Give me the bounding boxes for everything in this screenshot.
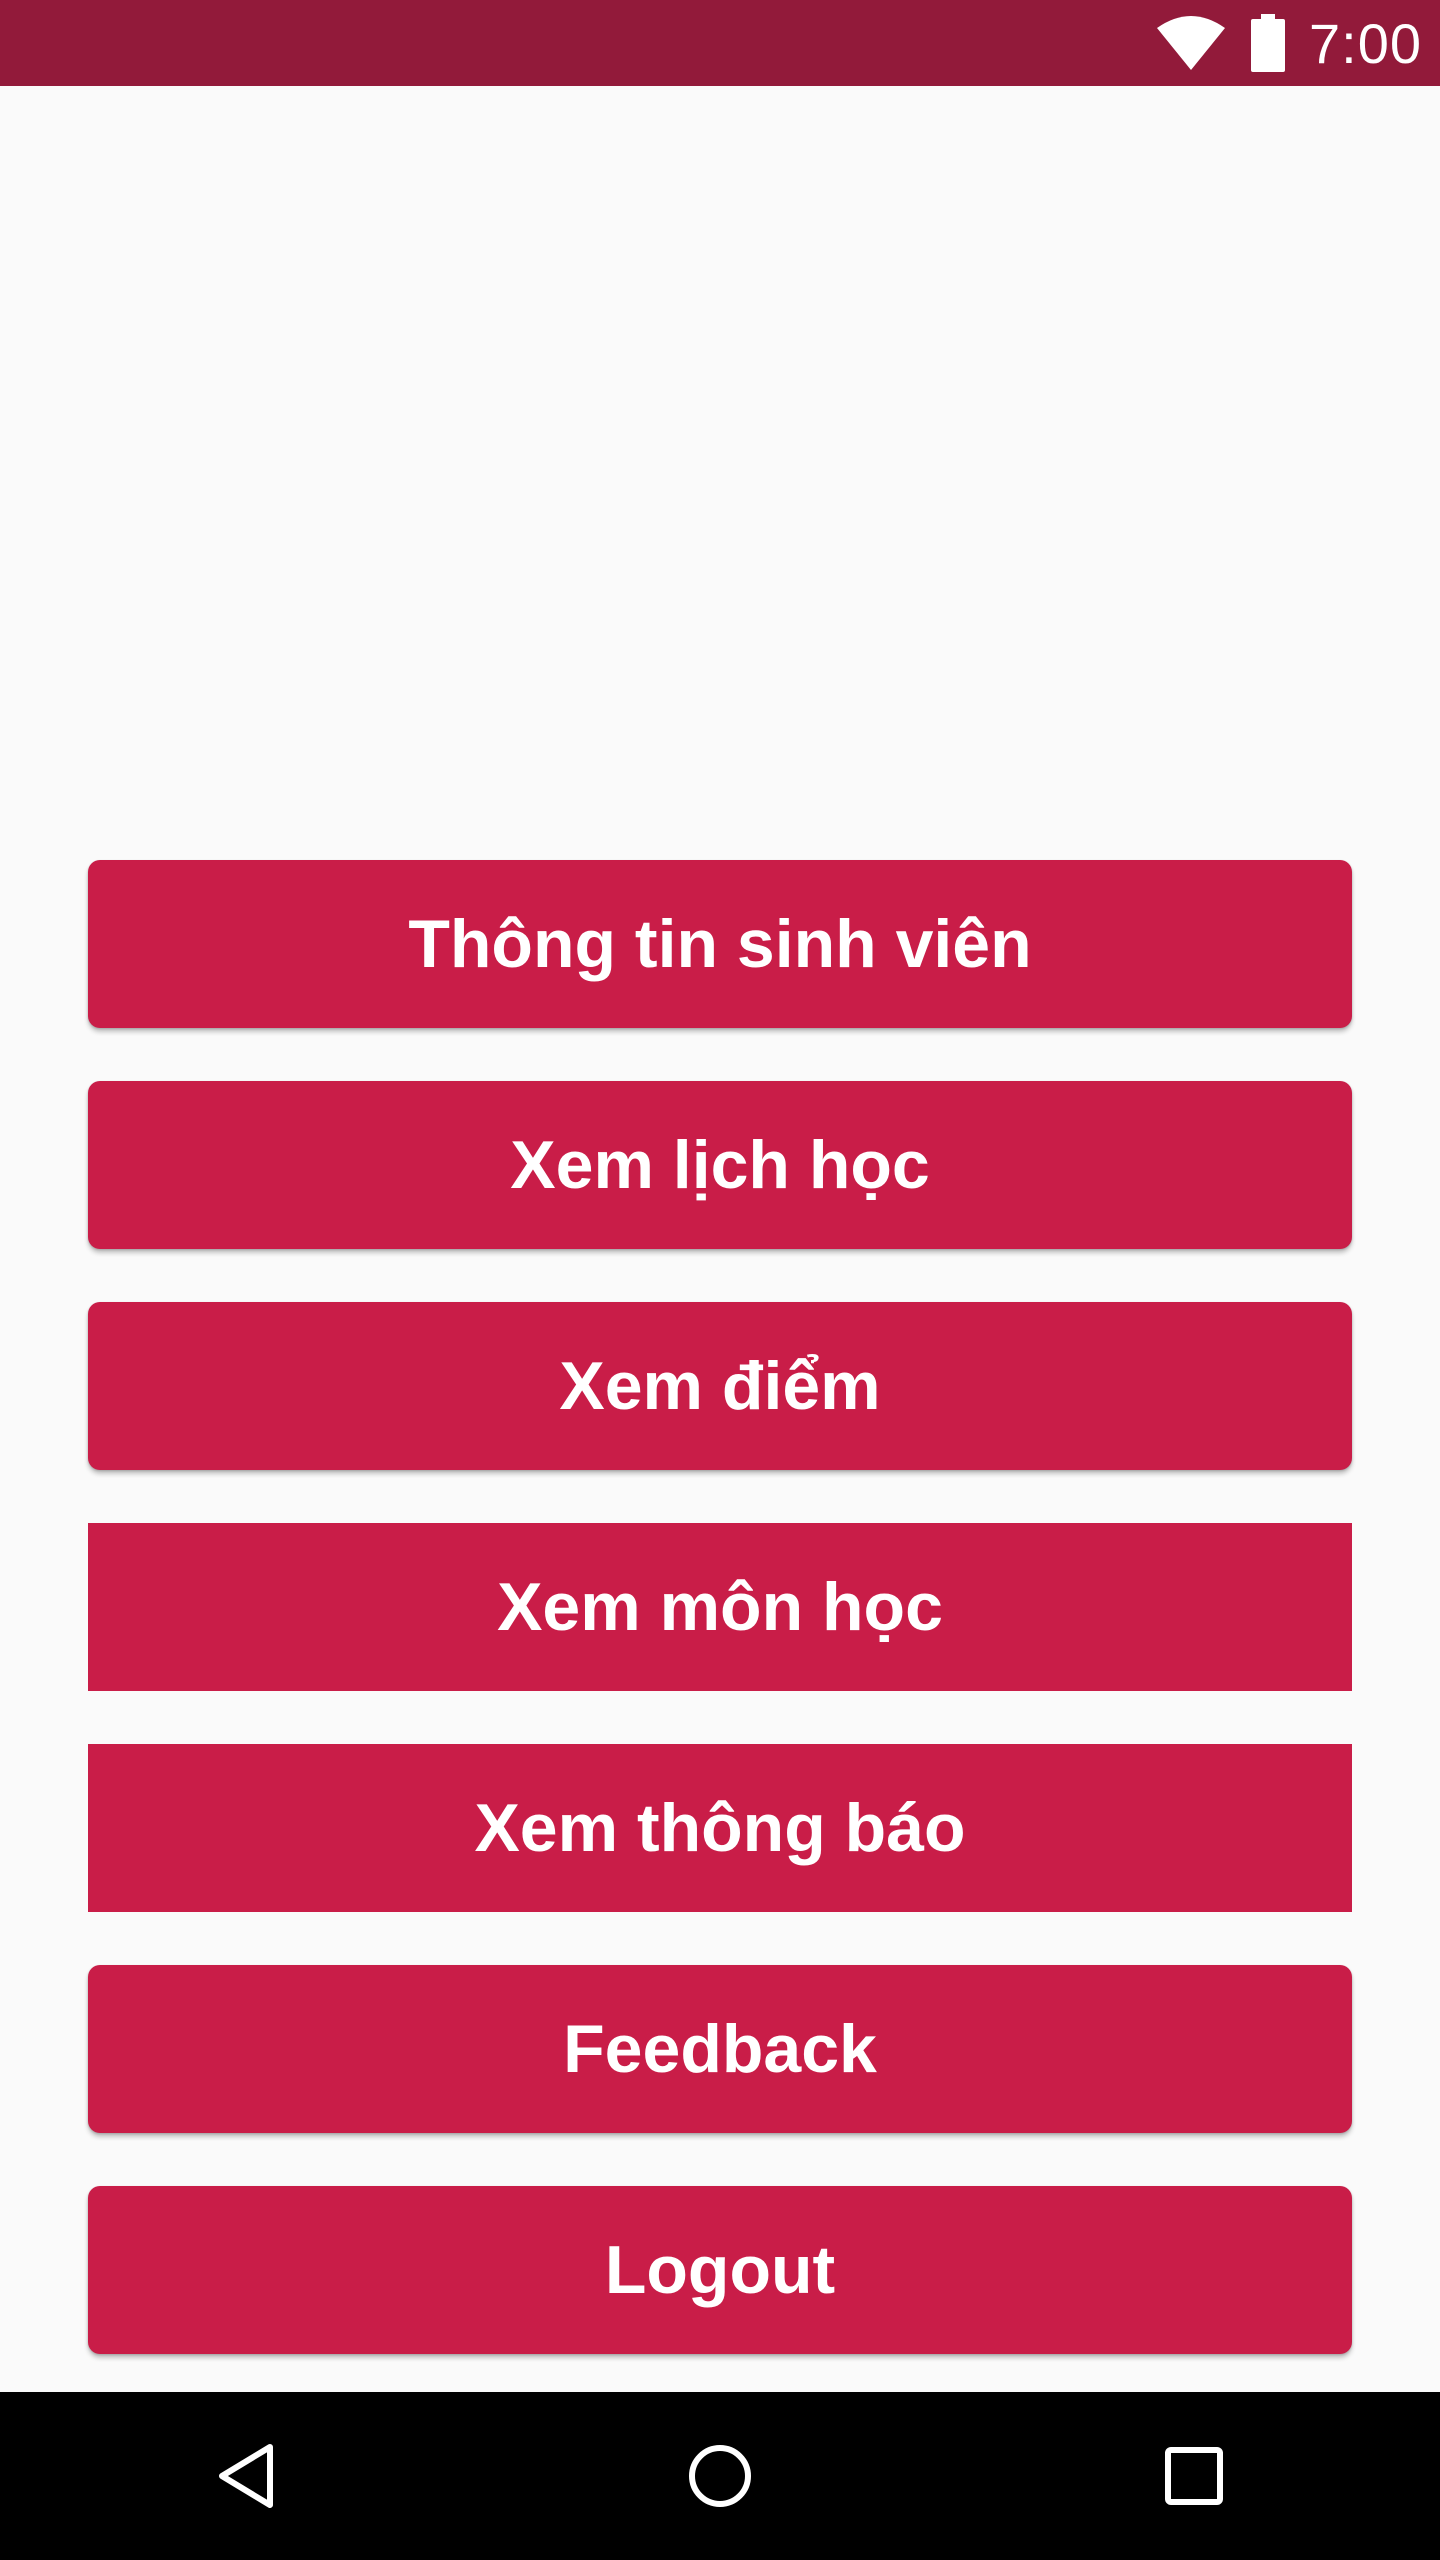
logout-button[interactable]: Logout xyxy=(88,2186,1352,2354)
wifi-icon xyxy=(1155,14,1227,72)
battery-icon xyxy=(1249,14,1287,72)
status-icons: 7:00 xyxy=(1155,0,1422,86)
feedback-button[interactable]: Feedback xyxy=(88,1965,1352,2133)
student-info-button[interactable]: Thông tin sinh viên xyxy=(88,860,1352,1028)
navigation-bar xyxy=(0,2392,1440,2560)
view-grades-button[interactable]: Xem điểm xyxy=(88,1302,1352,1470)
view-notifications-button[interactable]: Xem thông báo xyxy=(88,1744,1352,1912)
view-subjects-button[interactable]: Xem môn học xyxy=(88,1523,1352,1691)
recents-icon[interactable] xyxy=(1152,2434,1236,2518)
back-icon[interactable] xyxy=(204,2434,288,2518)
home-icon[interactable] xyxy=(678,2434,762,2518)
view-schedule-button[interactable]: Xem lịch học xyxy=(88,1081,1352,1249)
status-time: 7:00 xyxy=(1309,11,1422,75)
status-bar: 7:00 xyxy=(0,0,1440,86)
